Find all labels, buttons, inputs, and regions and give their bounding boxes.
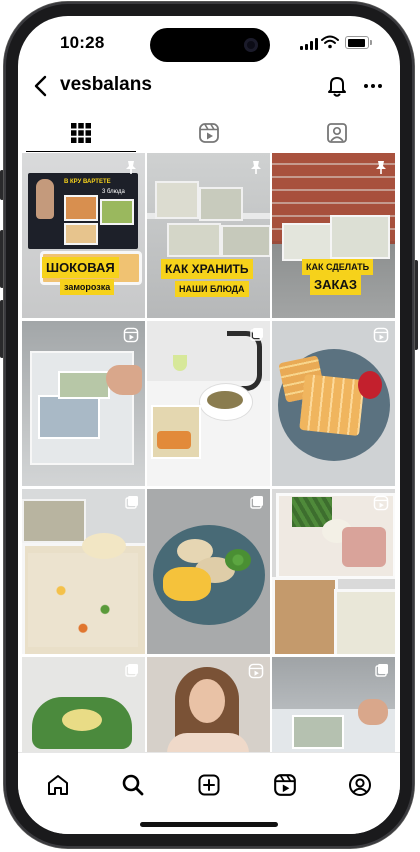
profile-header: vesbalans <box>18 66 400 106</box>
tab-posts[interactable] <box>18 112 144 154</box>
status-bar: 10:28 <box>18 16 400 68</box>
meal-container <box>167 223 221 257</box>
dynamic-island <box>150 28 270 62</box>
power-button <box>414 260 418 350</box>
person-face <box>189 679 225 723</box>
reels-icon <box>123 327 139 343</box>
camera-icon <box>244 38 258 52</box>
nav-create[interactable] <box>191 767 227 803</box>
post-tile[interactable] <box>147 489 270 654</box>
nav-reels[interactable] <box>267 767 303 803</box>
post-tile[interactable]: В КРУ ВАРТЕТЕ 3 блюда ШОКОВАЯ заморозка <box>22 153 145 318</box>
pin-icon <box>251 161 261 174</box>
post-tile[interactable] <box>147 321 270 486</box>
back-arrow-icon[interactable] <box>28 72 54 100</box>
post-tile[interactable] <box>272 657 395 753</box>
home-icon <box>48 775 68 795</box>
battery-icon <box>345 36 372 49</box>
phone-frame: 10:28 vesbalans В КРУ ВАРТЕТЕ 3 блюда ШО… <box>0 0 420 852</box>
poster-figure <box>36 179 54 219</box>
create-icon <box>198 774 220 796</box>
profile-icon <box>349 774 371 796</box>
post-banner-subtitle: ЗАКАЗ <box>310 274 361 295</box>
meal-container <box>292 715 344 749</box>
meal-container <box>221 225 270 257</box>
reels-icon <box>248 663 264 679</box>
wrap-filling <box>62 709 102 731</box>
scrambled-eggs <box>163 567 211 601</box>
poster-meal-box <box>64 195 98 221</box>
notification-bell-icon[interactable] <box>323 72 351 100</box>
grid-icon <box>71 123 91 143</box>
post-tile[interactable] <box>22 489 145 654</box>
meal-container <box>272 577 338 654</box>
nav-profile[interactable] <box>342 767 378 803</box>
post-tile[interactable] <box>272 489 395 654</box>
meal-container <box>38 395 100 439</box>
strawberries <box>358 371 382 399</box>
meal-food <box>157 431 191 449</box>
post-banner-title: КАК ХРАНИТЬ <box>161 259 253 279</box>
food <box>207 391 243 409</box>
poster-meal-box <box>100 199 134 225</box>
fried-egg <box>82 533 126 559</box>
pin-icon <box>126 161 136 174</box>
tab-tagged[interactable] <box>274 112 400 154</box>
search-icon <box>122 774 144 796</box>
meal-stack <box>330 215 390 259</box>
status-time: 10:28 <box>60 33 105 52</box>
home-indicator[interactable] <box>140 822 278 827</box>
post-banner-title: ШОКОВАЯ <box>42 257 119 278</box>
cellular-signal-icon <box>300 38 318 50</box>
profile-username: vesbalans <box>60 74 152 95</box>
post-tile[interactable] <box>272 321 395 486</box>
peas <box>225 549 251 571</box>
glass <box>173 355 187 371</box>
multi-photo-icon <box>250 328 263 341</box>
multi-photo-icon <box>250 496 263 509</box>
promo-poster: В КРУ ВАРТЕТЕ 3 блюда <box>28 173 138 249</box>
meal-container <box>199 187 243 221</box>
hand <box>358 699 388 725</box>
poster-meal-box <box>64 223 98 245</box>
post-banner-subtitle: НАШИ БЛЮДА <box>175 281 249 297</box>
post-tile[interactable] <box>22 657 145 753</box>
waffle <box>299 374 365 436</box>
post-tile[interactable]: КАК СДЕЛАТЬ ЗАКАЗ <box>272 153 395 318</box>
poster-sub: 3 блюда <box>102 189 125 195</box>
multi-photo-icon <box>125 664 138 677</box>
hand <box>106 365 142 395</box>
person-shoulders <box>167 733 249 753</box>
posts-grid: В КРУ ВАРТЕТЕ 3 блюда ШОКОВАЯ заморозка <box>22 153 396 753</box>
wifi-icon <box>321 35 339 49</box>
multi-photo-icon <box>375 664 388 677</box>
meal-stack <box>282 223 336 261</box>
screen: 10:28 vesbalans В КРУ ВАРТЕТЕ 3 блюда ШО… <box>18 16 400 834</box>
reels-icon <box>373 327 389 343</box>
meal-container <box>58 371 110 399</box>
multi-photo-icon <box>125 496 138 509</box>
tab-reels[interactable] <box>146 112 272 154</box>
reels-icon <box>373 495 389 511</box>
post-tile[interactable]: КАК ХРАНИТЬ НАШИ БЛЮДА <box>147 153 270 318</box>
rice <box>28 553 138 647</box>
pin-icon <box>376 161 386 174</box>
meal-container <box>334 589 395 654</box>
meal-container <box>22 499 86 543</box>
meal-container <box>155 181 199 219</box>
profile-tabs <box>18 112 400 154</box>
post-tile[interactable] <box>147 657 270 753</box>
nav-home[interactable] <box>40 767 76 803</box>
poster-headline: В КРУ ВАРТЕТЕ <box>64 179 111 185</box>
tagged-icon <box>327 123 347 143</box>
post-banner-subtitle: заморозка <box>60 279 115 295</box>
ham <box>342 527 386 567</box>
reels-icon <box>274 774 296 796</box>
post-tile[interactable] <box>22 321 145 486</box>
post-banner-title: КАК СДЕЛАТЬ <box>302 259 374 275</box>
nav-search[interactable] <box>115 767 151 803</box>
reels-icon <box>199 123 219 143</box>
more-options-icon[interactable] <box>360 72 386 100</box>
